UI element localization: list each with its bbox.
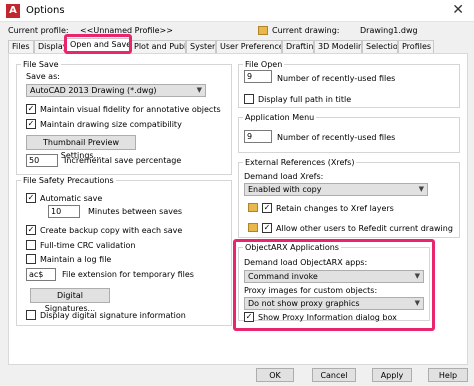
maintain-size-compat-label: Maintain drawing size compatibility [40,120,182,129]
allow-refedit-label: Allow other users to Refedit current dra… [276,224,453,233]
xref-demand-load-select[interactable]: Enabled with copy ▼ [244,183,428,196]
create-backup-label: Create backup copy with each save [40,226,183,235]
tab-system[interactable]: System [186,40,216,54]
application-menu-legend: Application Menu [245,113,315,122]
title-bar: A Options ✕ [0,0,474,22]
file-save-legend: File Save [23,60,59,69]
display-digital-signature-label: Display digital signature information [40,311,186,320]
file-open-recent-input[interactable]: 9 [244,70,272,83]
help-button[interactable]: Help [428,368,468,382]
thumbnail-preview-button[interactable]: Thumbnail Preview Settings... [26,135,136,160]
minutes-between-saves-input[interactable]: 10 [48,205,80,218]
allow-refedit-checkbox[interactable]: ✓ [262,223,272,233]
autocad-app-icon: A [6,4,20,18]
current-drawing-label: Current drawing: [272,26,340,35]
file-open-recent-label: Number of recently-used files [277,74,396,83]
tab-3d-modeling[interactable]: 3D Modeling [314,40,362,54]
tab-plot-and-publish[interactable]: Plot and Publish [130,40,186,54]
tab-files[interactable]: Files [8,40,34,54]
current-profile-label: Current profile: [8,26,69,35]
current-drawing-value: Drawing1.dwg [360,26,418,35]
ok-button[interactable]: OK [256,368,294,382]
tab-profiles[interactable]: Profiles [398,40,434,54]
chevron-down-icon: ▼ [196,86,202,94]
chevron-down-icon: ▼ [418,185,424,193]
open-and-save-highlight [64,34,132,54]
tab-selection[interactable]: Selection [362,40,398,54]
full-crc-checkbox[interactable] [26,240,36,250]
drawing-icon [258,26,268,35]
file-open-legend: File Open [245,60,283,69]
xref-demand-load-label: Demand load Xrefs: [244,172,324,181]
create-backup-checkbox[interactable]: ✓ [26,225,36,235]
maintain-size-compat-checkbox[interactable]: ✓ [26,119,36,129]
retain-changes-label: Retain changes to Xref layers [276,204,394,213]
incremental-save-label: Incremental save percentage [64,156,182,165]
maintain-log-checkbox[interactable] [26,254,36,264]
maintain-visual-fidelity-label: Maintain visual fidelity for annotative … [40,105,221,114]
temp-file-extension-input[interactable]: ac$ [26,268,56,281]
objectarx-highlight [233,239,435,331]
apply-button[interactable]: Apply [372,368,412,382]
maintain-visual-fidelity-checkbox[interactable]: ✓ [26,104,36,114]
drawing-icon [248,223,258,232]
tab-user-preferences[interactable]: User Preferences [216,40,282,54]
save-as-select[interactable]: AutoCAD 2013 Drawing (*.dwg) ▼ [26,84,206,97]
save-as-value: AutoCAD 2013 Drawing (*.dwg) [30,86,157,95]
close-icon[interactable]: ✕ [452,2,464,18]
temp-file-extension-label: File extension for temporary files [62,270,194,279]
incremental-save-input[interactable]: 50 [26,154,58,167]
automatic-save-checkbox[interactable]: ✓ [26,193,36,203]
full-path-label: Display full path in title [258,95,352,104]
full-crc-label: Full-time CRC validation [40,241,136,250]
app-menu-recent-input[interactable]: 9 [244,130,272,143]
minutes-between-saves-label: Minutes between saves [88,207,183,216]
tab-display[interactable]: Display [34,40,66,54]
app-menu-recent-label: Number of recently-used files [277,133,396,142]
maintain-log-label: Maintain a log file [40,255,112,264]
xrefs-legend: External References (Xrefs) [245,158,355,167]
xref-demand-load-value: Enabled with copy [248,185,322,194]
file-safety-legend: File Safety Precautions [23,176,114,185]
full-path-checkbox[interactable] [244,94,254,104]
automatic-save-label: Automatic save [40,194,103,203]
window-title: Options [26,5,65,16]
retain-changes-checkbox[interactable]: ✓ [262,203,272,213]
display-digital-signature-checkbox[interactable] [26,310,36,320]
save-as-label: Save as: [26,72,60,81]
digital-signatures-button[interactable]: Digital Signatures... [30,288,110,313]
tab-drafting[interactable]: Drafting [282,40,314,54]
cancel-button[interactable]: Cancel [312,368,356,382]
drawing-icon [248,203,258,212]
